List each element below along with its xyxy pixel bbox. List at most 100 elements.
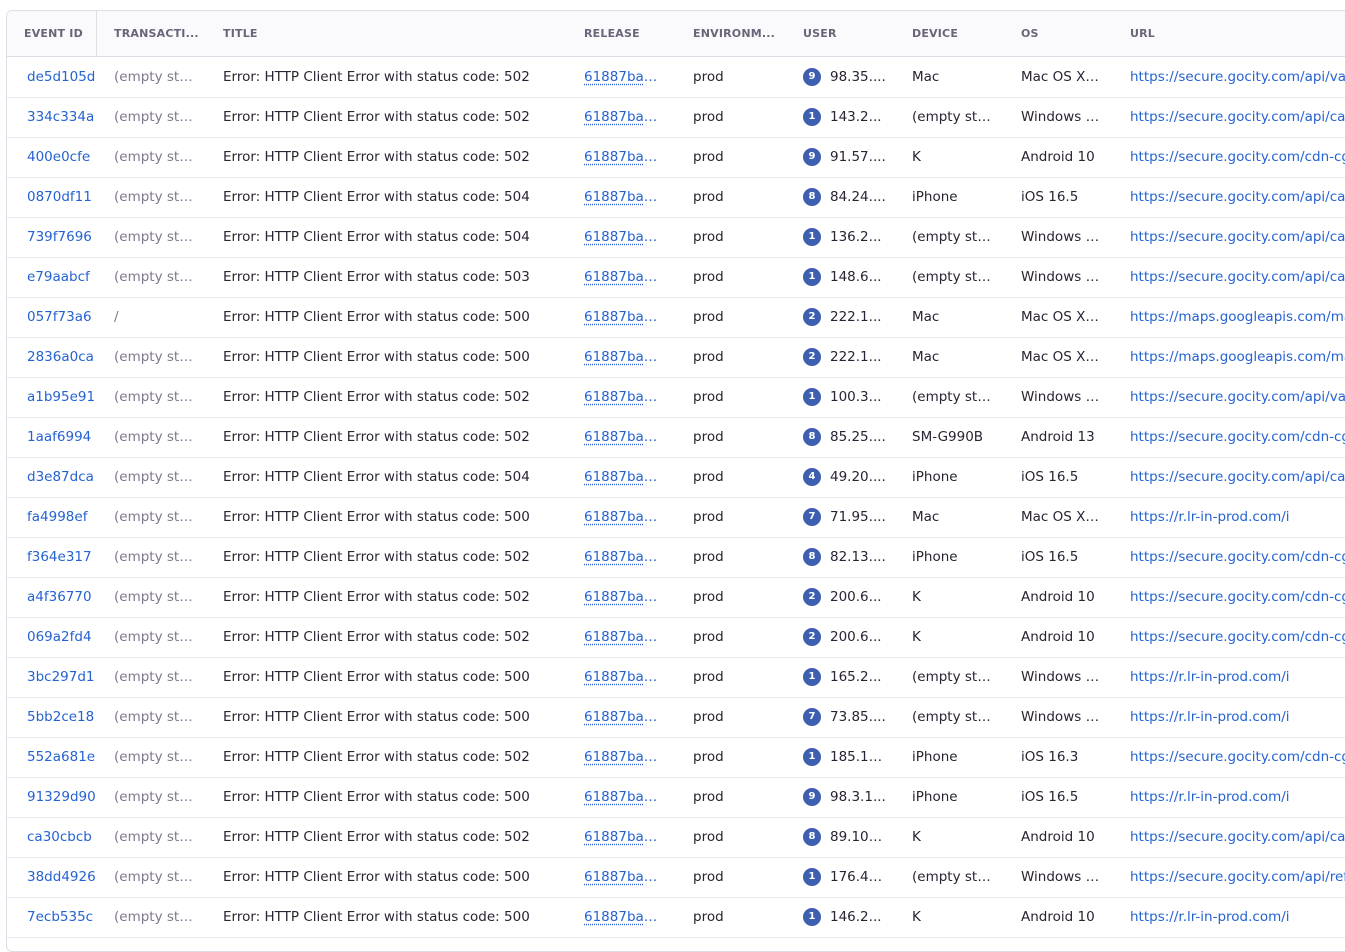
- event-id-link[interactable]: 7ecb535c: [27, 897, 99, 937]
- table-row[interactable]: 38dd4926 (empty str... Error: HTTP Client …: [7, 857, 1345, 898]
- url-link[interactable]: https://secure.gocity.com/api/ca: [1130, 97, 1345, 137]
- url-link[interactable]: https://r.lr-in-prod.com/i: [1130, 777, 1345, 817]
- release-link[interactable]: 61887ba7...: [584, 137, 662, 177]
- user-cell: 98.35....: [830, 69, 886, 85]
- table-row[interactable]: 2836a0ca (empty str... Error: HTTP Client …: [7, 337, 1345, 378]
- table-row[interactable]: d3e87dca (empty str... Error: HTTP Client …: [7, 457, 1345, 498]
- url-link[interactable]: https://secure.gocity.com/cdn-cg: [1130, 617, 1345, 657]
- table-row[interactable]: e79aabcf (empty str... Error: HTTP Client …: [7, 257, 1345, 298]
- table-row[interactable]: a1b95e91 (empty str... Error: HTTP Client …: [7, 377, 1345, 418]
- table-row[interactable]: ca30cbcb (empty str... Error: HTTP Client …: [7, 817, 1345, 858]
- url-link[interactable]: https://r.lr-in-prod.com/i: [1130, 497, 1345, 537]
- event-id-link[interactable]: 400e0cfe: [27, 137, 99, 177]
- event-id-link[interactable]: 0870df11: [27, 177, 99, 217]
- release-link[interactable]: 61887ba7...: [584, 657, 662, 697]
- url-link[interactable]: https://r.lr-in-prod.com/i: [1130, 897, 1345, 937]
- column-header-transaction[interactable]: TRANSACTI...: [114, 11, 200, 56]
- table-row[interactable]: 334c334a (empty str... Error: HTTP Client …: [7, 97, 1345, 138]
- url-link[interactable]: https://secure.gocity.com/api/va: [1130, 377, 1345, 417]
- release-link[interactable]: 61887ba7...: [584, 257, 662, 297]
- event-id-link[interactable]: a4f36770: [27, 577, 99, 617]
- url-link[interactable]: https://secure.gocity.com/api/ca: [1130, 817, 1345, 857]
- table-row[interactable]: a4f36770 (empty str... Error: HTTP Client …: [7, 577, 1345, 618]
- event-id-link[interactable]: d3e87dca: [27, 457, 99, 497]
- column-header-device[interactable]: DEVICE: [912, 11, 1002, 56]
- release-link[interactable]: 61887ba7...: [584, 737, 662, 777]
- url-link[interactable]: https://secure.gocity.com/api/ca: [1130, 457, 1345, 497]
- release-link[interactable]: 61887ba7...: [584, 377, 662, 417]
- url-link[interactable]: https://secure.gocity.com/api/ca: [1130, 217, 1345, 257]
- release-link[interactable]: 61887ba7...: [584, 457, 662, 497]
- event-id-link[interactable]: 91329d90: [27, 777, 99, 817]
- event-id-link[interactable]: 1aaf6994: [27, 417, 99, 457]
- table-row[interactable]: 739f7696 (empty str... Error: HTTP Client …: [7, 217, 1345, 258]
- event-id-link[interactable]: 057f73a6: [27, 297, 99, 337]
- url-link[interactable]: https://secure.gocity.com/cdn-cg: [1130, 137, 1345, 177]
- column-header-release[interactable]: RELEASE: [584, 11, 674, 56]
- event-id-link[interactable]: 2836a0ca: [27, 337, 99, 377]
- table-row[interactable]: 057f73a6 / Error: HTTP Client Error with s…: [7, 297, 1345, 338]
- event-id-link[interactable]: 334c334a: [27, 97, 99, 137]
- release-link[interactable]: 61887ba7...: [584, 777, 662, 817]
- column-header-user[interactable]: USER: [803, 11, 893, 56]
- event-id-link[interactable]: 552a681e: [27, 737, 99, 777]
- url-link[interactable]: https://secure.gocity.com/api/ref: [1130, 857, 1345, 897]
- url-link[interactable]: https://secure.gocity.com/cdn-cg: [1130, 577, 1345, 617]
- release-link[interactable]: 61887ba7...: [584, 497, 662, 537]
- table-row[interactable]: 1aaf6994 (empty str... Error: HTTP Client …: [7, 417, 1345, 458]
- table-row[interactable]: de5d105d (empty str... Error: HTTP Client …: [7, 57, 1345, 98]
- release-link[interactable]: 61887ba7...: [584, 897, 662, 937]
- release-link[interactable]: 61887ba7...: [584, 417, 662, 457]
- url-link[interactable]: https://secure.gocity.com/cdn-cg: [1130, 537, 1345, 577]
- release-link[interactable]: 61887ba7...: [584, 297, 662, 337]
- event-id-link[interactable]: 5bb2ce18: [27, 697, 99, 737]
- url-link[interactable]: https://secure.gocity.com/api/ca: [1130, 177, 1345, 217]
- event-id-link[interactable]: 38dd4926: [27, 857, 99, 897]
- table-row[interactable]: 400e0cfe (empty str... Error: HTTP Client …: [7, 137, 1345, 178]
- table-row[interactable]: 5bb2ce18 (empty str... Error: HTTP Client …: [7, 697, 1345, 738]
- release-link[interactable]: 61887ba7...: [584, 617, 662, 657]
- device-cell: (empty str...: [912, 229, 992, 245]
- url-link[interactable]: https://maps.googleapis.com/ma: [1130, 337, 1345, 377]
- column-header-event-id[interactable]: EVENT ID: [24, 11, 94, 56]
- event-id-link[interactable]: 069a2fd4: [27, 617, 99, 657]
- table-row[interactable]: 0870df11 (empty str... Error: HTTP Client …: [7, 177, 1345, 218]
- event-id-link[interactable]: de5d105d: [27, 57, 99, 97]
- table-row[interactable]: 069a2fd4 (empty str... Error: HTTP Client …: [7, 617, 1345, 658]
- release-link[interactable]: 61887ba7...: [584, 217, 662, 257]
- url-link[interactable]: https://maps.googleapis.com/ma: [1130, 297, 1345, 337]
- url-link[interactable]: https://secure.gocity.com/cdn-cg: [1130, 737, 1345, 777]
- table-row[interactable]: fa4998ef (empty str... Error: HTTP Client …: [7, 497, 1345, 538]
- event-id-link[interactable]: e79aabcf: [27, 257, 99, 297]
- column-header-os[interactable]: OS: [1021, 11, 1111, 56]
- table-row[interactable]: f364e317 (empty str... Error: HTTP Client …: [7, 537, 1345, 578]
- table-row[interactable]: 3bc297d1 (empty str... Error: HTTP Client …: [7, 657, 1345, 698]
- release-link[interactable]: 61887ba7...: [584, 337, 662, 377]
- event-id-link[interactable]: a1b95e91: [27, 377, 99, 417]
- url-link[interactable]: https://r.lr-in-prod.com/i: [1130, 657, 1345, 697]
- event-id-link[interactable]: 739f7696: [27, 217, 99, 257]
- release-link[interactable]: 61887ba7...: [584, 817, 662, 857]
- release-link[interactable]: 61887ba7...: [584, 857, 662, 897]
- release-link[interactable]: 61887ba7...: [584, 97, 662, 137]
- release-link[interactable]: 61887ba7...: [584, 537, 662, 577]
- table-row[interactable]: 552a681e (empty str... Error: HTTP Client …: [7, 737, 1345, 778]
- column-header-environment[interactable]: ENVIRONM...: [693, 11, 783, 56]
- event-id-link[interactable]: f364e317: [27, 537, 99, 577]
- release-link[interactable]: 61887ba7...: [584, 177, 662, 217]
- url-link[interactable]: https://r.lr-in-prod.com/i: [1130, 697, 1345, 737]
- event-id-link[interactable]: 3bc297d1: [27, 657, 99, 697]
- release-link[interactable]: 61887ba7...: [584, 697, 662, 737]
- url-link[interactable]: https://secure.gocity.com/cdn-cg: [1130, 417, 1345, 457]
- event-id-link[interactable]: ca30cbcb: [27, 817, 99, 857]
- table-row[interactable]: 7ecb535c (empty str... Error: HTTP Client …: [7, 897, 1345, 938]
- table-row[interactable]: 91329d90 (empty str... Error: HTTP Client …: [7, 777, 1345, 818]
- url-link[interactable]: https://secure.gocity.com/api/va: [1130, 57, 1345, 97]
- release-link[interactable]: 61887ba7...: [584, 577, 662, 617]
- release-link[interactable]: 61887ba7...: [584, 57, 662, 97]
- column-header-url[interactable]: URL: [1130, 11, 1330, 56]
- column-divider[interactable]: [96, 11, 97, 56]
- url-link[interactable]: https://secure.gocity.com/api/ca: [1130, 257, 1345, 297]
- event-id-link[interactable]: fa4998ef: [27, 497, 99, 537]
- column-header-title[interactable]: TITLE: [223, 11, 523, 56]
